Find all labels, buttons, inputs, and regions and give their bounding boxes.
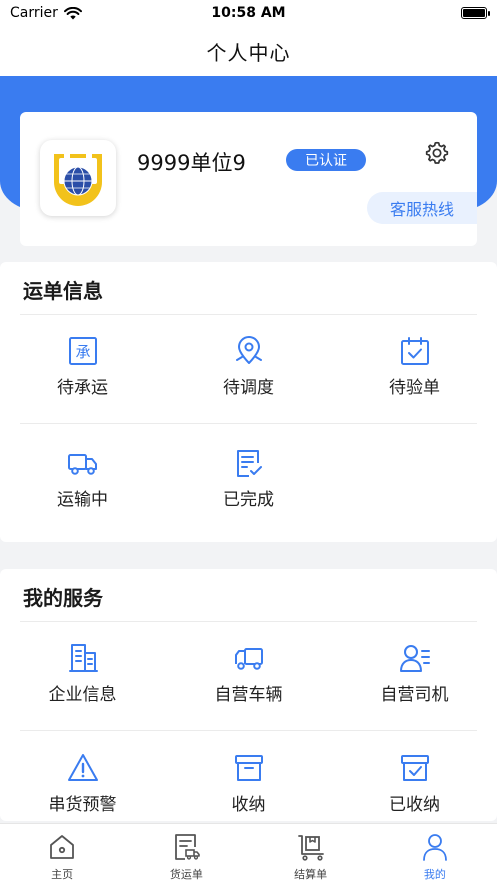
service-item-label: 串货预警 <box>48 795 117 815</box>
tab-bar: 主页 货运单 结算单 我的 <box>0 823 497 883</box>
divider <box>20 730 477 731</box>
service-hotline-button[interactable]: 客服热线 <box>367 192 477 224</box>
home-icon <box>50 835 75 859</box>
cheng-stamp-icon: 承 <box>68 337 97 365</box>
tab-label: 货运单 <box>169 868 203 881</box>
waybill-doc-icon <box>175 834 201 860</box>
tab-home[interactable]: 主页 <box>0 824 124 883</box>
carrier-label: Carrier <box>10 5 58 21</box>
waybill-item-pending-dispatch[interactable]: 待调度 <box>166 315 331 415</box>
user-icon <box>422 834 447 861</box>
waybill-item-label: 待调度 <box>223 378 274 398</box>
waybill-item-label: 已完成 <box>223 490 274 510</box>
waybill-item-label: 待验单 <box>389 378 440 398</box>
gear-icon[interactable] <box>424 140 450 166</box>
service-item-own-vehicles[interactable]: 自营车辆 <box>166 622 331 722</box>
storage-box-icon <box>234 755 263 781</box>
service-item-label: 已收纳 <box>389 795 440 815</box>
profile-card: 9999单位9 已认证 客服热线 <box>20 112 477 246</box>
battery-icon <box>461 7 490 19</box>
calendar-check-icon <box>400 337 429 365</box>
tab-mine[interactable]: 我的 <box>373 824 497 883</box>
service-item-label: 自营司机 <box>380 685 449 705</box>
service-item-storage[interactable]: 收纳 <box>166 732 331 821</box>
company-name: 9999单位9 <box>137 151 246 175</box>
company-logo-icon <box>54 154 102 206</box>
divider <box>20 423 477 424</box>
document-check-icon <box>236 450 262 477</box>
stored-box-icon <box>400 755 429 781</box>
waybill-item-label: 待承运 <box>57 378 108 398</box>
services-section: 我的服务 企业信息 自营车辆 自营司机 串货预警 收纳 已收纳 <box>0 569 497 821</box>
wifi-icon <box>63 6 82 19</box>
tab-label: 主页 <box>51 868 74 881</box>
driver-icon <box>399 645 430 672</box>
tab-label: 我的 <box>423 868 446 881</box>
waybill-item-pending-inspection[interactable]: 待验单 <box>332 315 497 415</box>
company-logo[interactable] <box>40 140 116 216</box>
verified-badge: 已认证 <box>286 149 366 171</box>
tab-waybill[interactable]: 货运单 <box>124 824 248 883</box>
service-item-own-drivers[interactable]: 自营司机 <box>332 622 497 722</box>
service-item-stored[interactable]: 已收纳 <box>332 732 497 821</box>
page-title: 个人中心 <box>206 40 291 65</box>
service-item-label: 收纳 <box>231 795 266 815</box>
status-left: Carrier <box>10 5 82 21</box>
waybill-item-label: 运输中 <box>57 490 108 510</box>
warning-icon <box>67 754 98 781</box>
nav-bar: 个人中心 <box>0 26 497 76</box>
services-section-title: 我的服务 <box>23 586 103 610</box>
building-icon <box>68 644 98 672</box>
truck-icon <box>67 454 97 475</box>
svg-text:承: 承 <box>75 343 90 361</box>
waybill-item-in-transit[interactable]: 运输中 <box>0 427 165 527</box>
waybill-item-pending-carriage[interactable]: 承 待承运 <box>0 315 165 415</box>
tab-label: 结算单 <box>294 868 328 881</box>
status-bar: Carrier 10:58 AM <box>0 0 497 26</box>
location-pin-icon <box>235 336 262 364</box>
waybill-section: 运单信息 承 待承运 待调度 待验单 运输中 已完成 <box>0 262 497 542</box>
cart-box-icon <box>297 835 324 861</box>
service-item-label: 自营车辆 <box>214 685 283 705</box>
vehicle-icon <box>234 648 263 670</box>
waybill-item-completed[interactable]: 已完成 <box>166 427 331 527</box>
tab-settlement[interactable]: 结算单 <box>249 824 373 883</box>
service-item-label: 企业信息 <box>48 685 117 705</box>
service-item-company-info[interactable]: 企业信息 <box>0 622 165 722</box>
service-item-cross-goods-warning[interactable]: 串货预警 <box>0 732 165 821</box>
waybill-section-title: 运单信息 <box>23 279 103 303</box>
